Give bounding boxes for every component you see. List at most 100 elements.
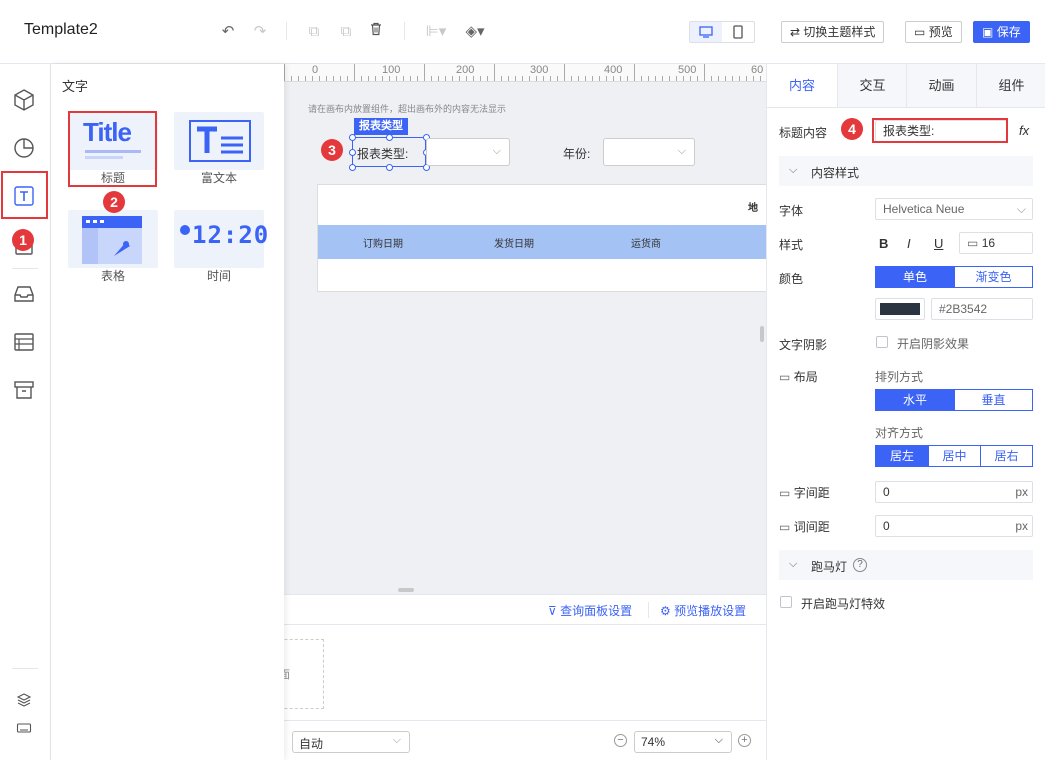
layers-icon[interactable] [16, 692, 34, 710]
year-label: 年份: [563, 147, 591, 161]
word-spacing-input[interactable]: 0 px [875, 515, 1033, 537]
undo-icon[interactable]: ↶ [218, 22, 238, 42]
auto-select-value: 自动 [299, 737, 324, 751]
archive-icon[interactable] [12, 378, 36, 402]
chevron-down-icon: ⌵ [492, 145, 501, 157]
align-icon[interactable]: ⊫▾ [423, 22, 449, 42]
ruler-number: 60 [751, 64, 764, 76]
paste-icon[interactable]: ⧉ [336, 22, 356, 42]
device-switch [689, 21, 755, 43]
year-select[interactable]: ⌵ [603, 138, 695, 166]
divider [286, 22, 287, 40]
font-size-value: 16 [981, 236, 996, 250]
resize-handle[interactable] [386, 134, 393, 141]
report-type-select[interactable]: ⌵ [426, 138, 510, 166]
zoom-select[interactable]: 74% ⌵ [634, 731, 732, 753]
inbox-icon[interactable] [12, 282, 36, 306]
redo-icon[interactable]: ↷ [250, 22, 270, 42]
table-title: 地 [748, 203, 758, 214]
single-color-button[interactable]: 单色 [875, 266, 955, 288]
gradient-color-button[interactable]: 渐变色 [954, 266, 1033, 288]
layers-icon[interactable]: ◈▾ [462, 22, 488, 42]
shadow-checkbox[interactable] [876, 336, 888, 348]
color-swatch[interactable] [875, 298, 925, 320]
left-rail [0, 64, 51, 760]
preview-play-link[interactable]: ⚙ 预览播放设置 [660, 602, 746, 619]
table-header-cell: 运货商 [631, 239, 661, 250]
annotation-box [68, 111, 157, 187]
preview-button[interactable]: ▭ 预览 [905, 21, 962, 43]
resize-handle[interactable] [386, 164, 393, 171]
scrollbar[interactable] [398, 588, 414, 592]
resize-handle[interactable] [349, 149, 356, 156]
vertical-button[interactable]: 垂直 [954, 389, 1033, 411]
fx-icon[interactable]: fx [1019, 123, 1029, 138]
page-strip: 面 [274, 624, 766, 720]
desktop-icon[interactable] [690, 22, 722, 42]
preview-icon: ▭ [914, 25, 926, 39]
align-center-button[interactable]: 居中 [928, 445, 981, 467]
cube-icon[interactable] [12, 88, 36, 112]
mobile-icon[interactable] [722, 22, 754, 42]
chart-pie-icon[interactable] [12, 136, 36, 160]
time-component-card[interactable]: 12:20 [174, 210, 268, 268]
color-hex-input[interactable]: #2B3542 [931, 298, 1033, 320]
font-select[interactable]: Helvetica Neue ⌵ [875, 198, 1033, 220]
preview-label: 预览 [928, 25, 953, 39]
color-swatch-fill [880, 303, 920, 315]
ruler-number: 100 [382, 64, 401, 76]
delete-icon[interactable] [366, 22, 386, 42]
table-component-card[interactable] [68, 210, 158, 268]
selected-title-widget[interactable]: 报表类型: [352, 137, 426, 167]
tab-component[interactable]: 组件 [976, 64, 1045, 108]
scrollbar[interactable] [760, 326, 764, 342]
table-icon[interactable] [12, 330, 36, 354]
align-right-button[interactable]: 居右 [980, 445, 1033, 467]
monitor-icon: ▭ [779, 370, 791, 384]
keyboard-icon[interactable] [16, 720, 34, 738]
help-icon[interactable]: ? [853, 558, 867, 572]
ruler-number: 400 [604, 64, 623, 76]
widget-label: 报表类型: [357, 147, 409, 161]
ruler-number: 500 [678, 64, 697, 76]
annotation-box [872, 118, 1008, 143]
rich-text-component-card[interactable] [174, 112, 264, 170]
save-button[interactable]: ▣ 保存 [973, 21, 1030, 43]
tab-content[interactable]: 内容 [767, 64, 837, 108]
underline-button[interactable]: U [934, 236, 943, 251]
tab-interaction[interactable]: 交互 [837, 64, 907, 108]
switch-theme-button[interactable]: ⇄ 切换主题样式 [781, 21, 885, 43]
panel-heading: 文字 [62, 79, 89, 94]
horizontal-button[interactable]: 水平 [875, 389, 955, 411]
marquee-checkbox[interactable] [780, 596, 792, 608]
auto-select[interactable]: 自动 ⌵ [292, 731, 410, 753]
align-left-button[interactable]: 居左 [875, 445, 929, 467]
italic-button[interactable]: I [907, 236, 911, 251]
step-badge: 4 [841, 118, 863, 140]
unit-label: px [1015, 485, 1028, 499]
letter-spacing-input[interactable]: 0 px [875, 481, 1033, 503]
zoom-in-icon[interactable]: + [738, 734, 751, 747]
switch-theme-label: 切换主题样式 [803, 25, 876, 39]
clock-icon [180, 225, 190, 235]
layout-label-text: 布局 [793, 370, 818, 384]
zoom-out-icon[interactable]: − [614, 734, 627, 747]
font-size-input[interactable]: ▭ 16 [959, 232, 1033, 254]
canvas-footer: 自动 ⌵ − 74% ⌵ + [284, 720, 766, 760]
letter-spacing-value: 0 [883, 485, 890, 499]
resize-handle[interactable] [349, 134, 356, 141]
marquee-section[interactable]: ⌵ 跑马灯 ? [779, 550, 1033, 580]
divider [404, 22, 405, 40]
content-style-section[interactable]: ⌵ 内容样式 [779, 156, 1033, 186]
time-thumb-text: 12:20 [192, 221, 270, 249]
time-component-label: 时间 [206, 269, 231, 283]
query-panel-link[interactable]: ⊽ 查询面板设置 [548, 602, 632, 619]
filter-icon: ⊽ [548, 604, 557, 618]
tab-animation[interactable]: 动画 [906, 64, 976, 108]
font-value: Helvetica Neue [883, 202, 965, 216]
copy-icon[interactable]: ⧉ [304, 22, 324, 42]
resize-handle[interactable] [349, 164, 356, 171]
property-panel: 内容 交互 动画 组件 标题内容 报表类型: fx ⌵ 内容样式 字体 Helv… [766, 64, 1045, 760]
app-title: Template2 [24, 21, 98, 38]
bold-button[interactable]: B [879, 236, 888, 251]
